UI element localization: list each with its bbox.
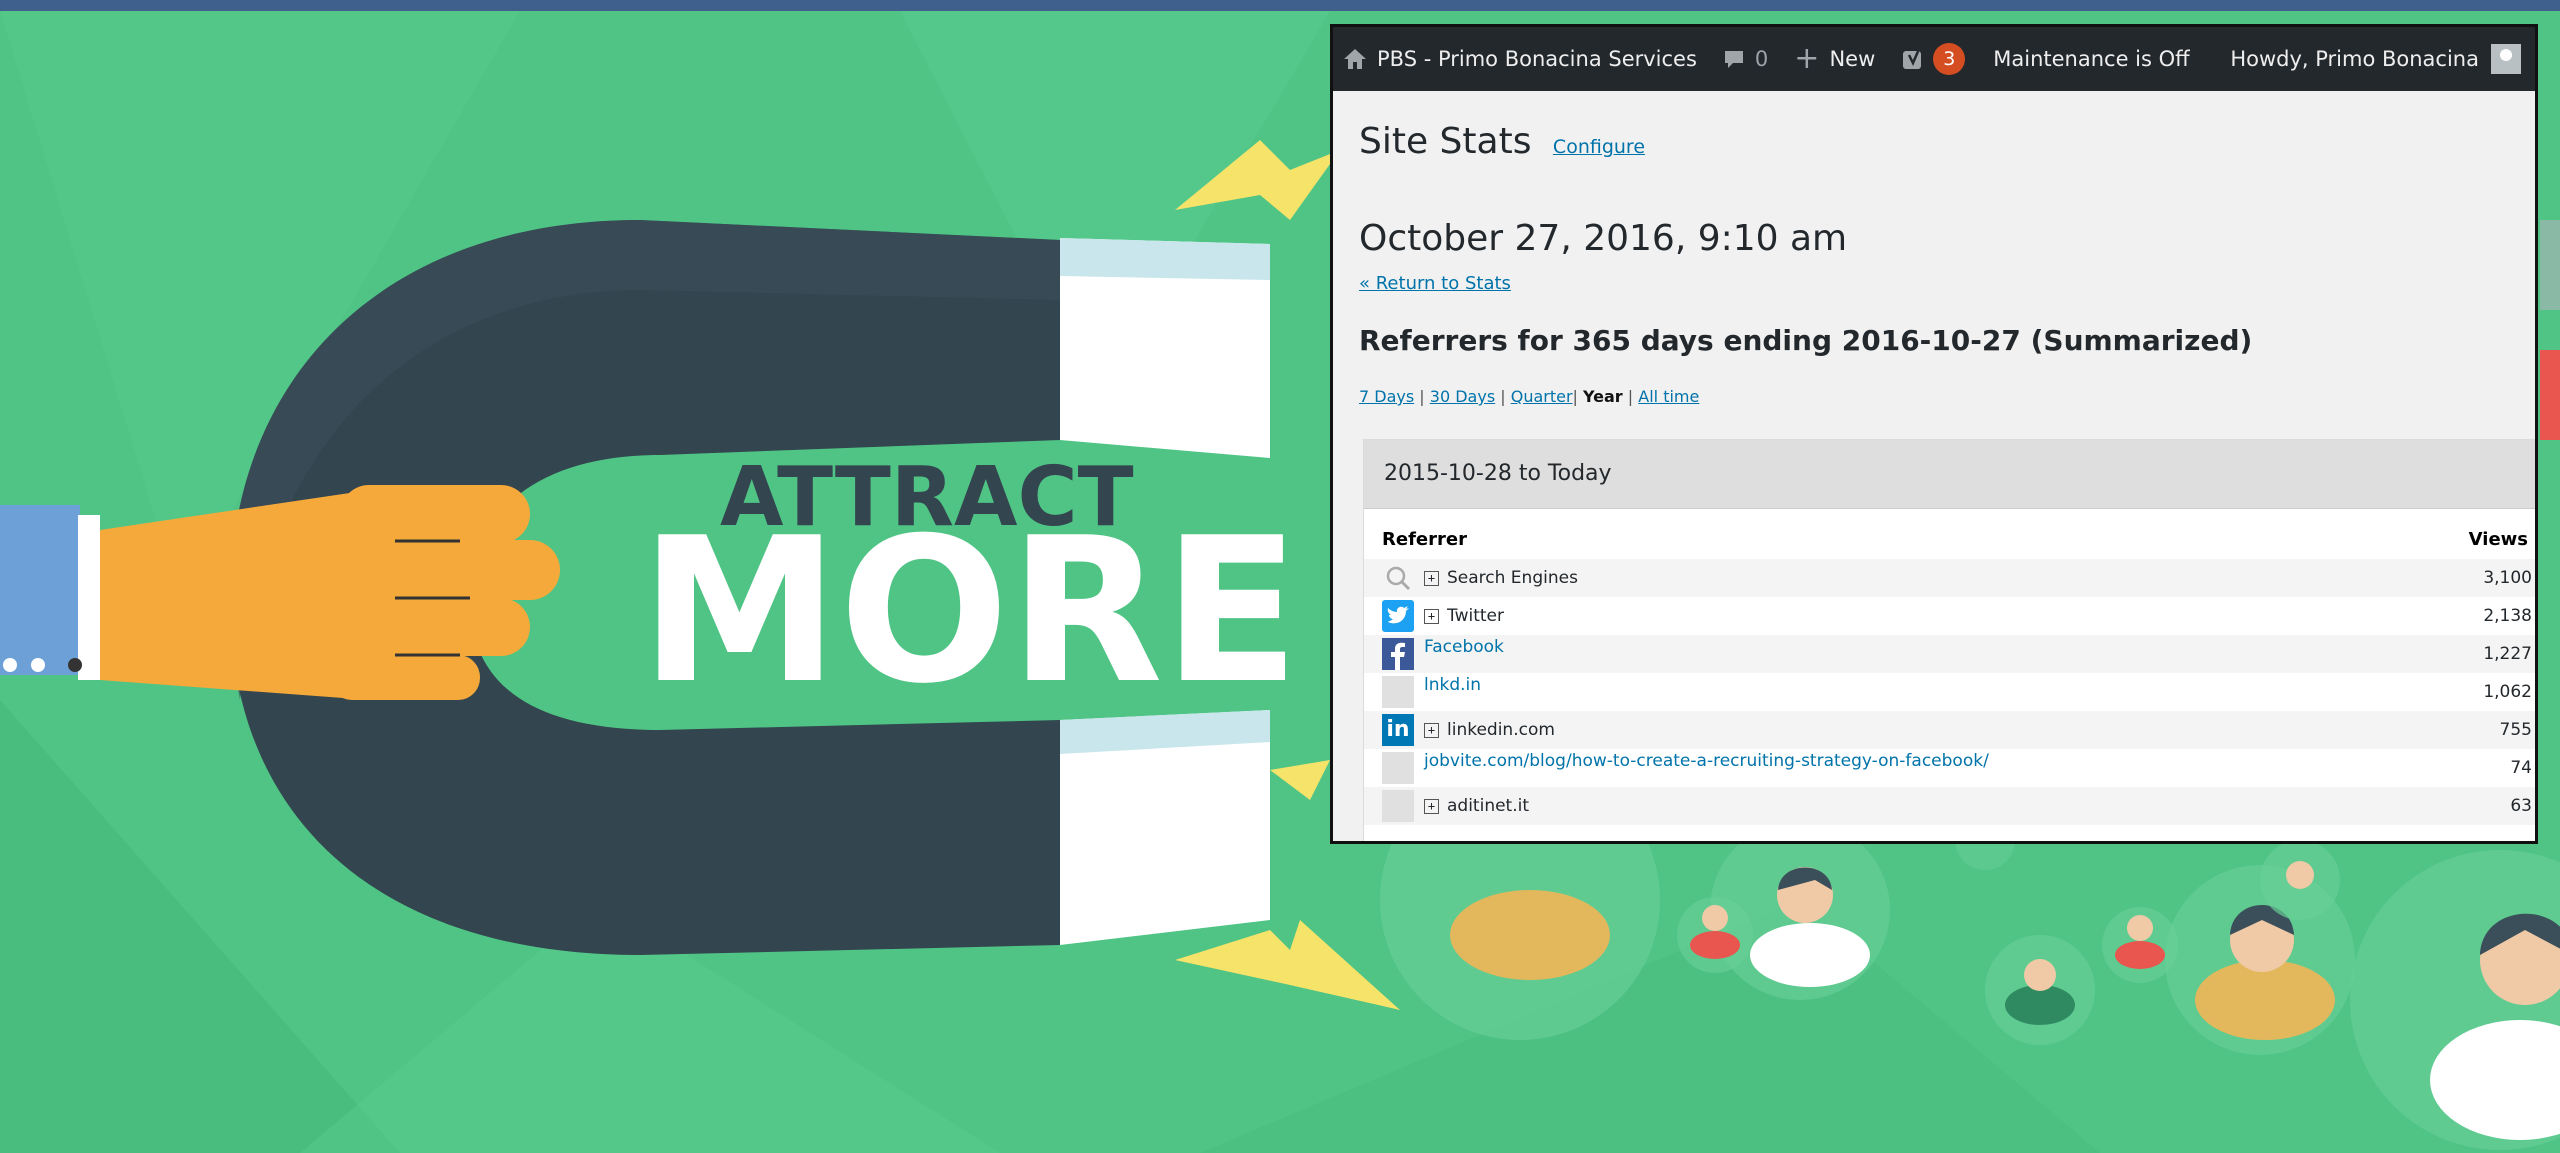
plus-icon: +	[1794, 41, 1820, 76]
admin-bar: PBS - Primo Bonacina Services 0 + New 3 …	[1333, 27, 2535, 91]
hand-icon	[0, 485, 560, 700]
twitter-icon	[1382, 600, 1414, 632]
separator: |	[1419, 387, 1425, 406]
referrer-label[interactable]: + linkedin.com	[1424, 720, 1555, 740]
referrer-name: Search Engines	[1447, 568, 1578, 588]
home-icon	[1344, 49, 1366, 69]
return-to-stats-link[interactable]: « Return to Stats	[1359, 273, 2535, 294]
period-selector: 7 Days | 30 Days | Quarter| Year | All t…	[1359, 387, 2535, 406]
admin-bar-site[interactable]: PBS - Primo Bonacina Services	[1343, 47, 1697, 71]
table-row: Facebook 1,227	[1364, 635, 2535, 673]
table-row: lnkd.in 1,062	[1364, 673, 2535, 711]
referrer-label[interactable]: + Search Engines	[1424, 568, 1578, 588]
admin-bar-yoast[interactable]: 3 Maintenance is Off	[1901, 43, 2190, 75]
avatar	[2491, 44, 2521, 74]
referrers-table: 2015-10-28 to Today Referrer Views + Sear…	[1363, 439, 2535, 841]
yoast-icon	[1903, 48, 1922, 69]
views-value: 2,138	[2483, 606, 2532, 626]
referrer-link[interactable]: Facebook	[1424, 637, 1504, 657]
referrer-link[interactable]: jobvite.com/blog/how-to-create-a-recruit…	[1424, 751, 1989, 771]
facebook-icon	[1382, 638, 1414, 670]
stats-content: Site Stats Configure October 27, 2016, 9…	[1333, 121, 2535, 406]
referrer-label[interactable]: + Twitter	[1424, 606, 1504, 626]
comment-bubble-icon	[1724, 51, 1743, 68]
search-icon	[1386, 566, 1411, 591]
blank-icon	[1382, 676, 1414, 708]
page-title: Site Stats Configure	[1359, 121, 2535, 162]
expand-icon[interactable]: +	[1424, 570, 1439, 586]
admin-bar-account[interactable]: Howdy, Primo Bonacina	[2230, 44, 2521, 74]
page-title-text: Site Stats	[1359, 121, 1532, 162]
col-referrer: Referrer	[1382, 529, 1467, 550]
period-7-days[interactable]: 7 Days	[1359, 387, 1414, 406]
expand-icon[interactable]: +	[1424, 608, 1439, 624]
expand-icon[interactable]: +	[1424, 722, 1439, 738]
admin-bar-comments[interactable]: 0	[1723, 47, 1768, 71]
blank-icon	[1382, 790, 1414, 822]
new-label: New	[1829, 47, 1876, 71]
referrer-name: aditinet.it	[1447, 796, 1530, 816]
stats-date: October 27, 2016, 9:10 am	[1359, 218, 1848, 259]
views-value: 3,100	[2483, 568, 2532, 588]
period-30-days[interactable]: 30 Days	[1430, 387, 1495, 406]
linkedin-icon: in	[1382, 714, 1414, 746]
howdy-text: Howdy, Primo Bonacina	[2230, 47, 2479, 71]
table-header: Referrer Views	[1364, 509, 2535, 559]
period-all-time[interactable]: All time	[1638, 387, 1699, 406]
table-row: + Twitter 2,138	[1364, 597, 2535, 635]
referrers-heading: Referrers for 365 days ending 2016-10-27…	[1359, 324, 2253, 357]
table-row: in + linkedin.com 755	[1364, 711, 2535, 749]
col-views: Views	[2468, 529, 2528, 550]
notification-badge: 3	[1933, 43, 1966, 75]
referrer-label[interactable]: + aditinet.it	[1424, 796, 1529, 816]
separator: |	[1627, 387, 1634, 406]
table-row: + Search Engines 3,100	[1364, 559, 2535, 597]
separator: |	[1572, 387, 1578, 406]
referrer-name: Twitter	[1447, 606, 1504, 626]
period-year: Year	[1583, 387, 1623, 406]
views-value: 63	[2510, 796, 2532, 816]
views-value: 1,227	[2483, 644, 2532, 664]
views-value: 755	[2499, 720, 2532, 740]
referrer-link[interactable]: lnkd.in	[1424, 675, 1481, 695]
blank-icon	[1382, 752, 1414, 784]
stats-screenshot: PBS - Primo Bonacina Services 0 + New 3 …	[1330, 24, 2538, 844]
expand-icon[interactable]: +	[1424, 798, 1439, 814]
table-row: jobvite.com/blog/how-to-create-a-recruit…	[1364, 749, 2535, 787]
table-row: + aditinet.it 63	[1364, 787, 2535, 825]
views-value: 1,062	[2483, 682, 2532, 702]
maintenance-status: Maintenance is Off	[1993, 47, 2190, 71]
referrer-name: linkedin.com	[1447, 720, 1555, 740]
separator: |	[1500, 387, 1506, 406]
period-quarter[interactable]: Quarter	[1511, 387, 1573, 406]
configure-link[interactable]: Configure	[1553, 136, 1645, 158]
banner-line2: MORE	[640, 495, 1300, 728]
site-name: PBS - Primo Bonacina Services	[1377, 47, 1697, 71]
comments-count: 0	[1754, 47, 1769, 71]
views-value: 74	[2510, 758, 2532, 778]
date-range-header: 2015-10-28 to Today	[1364, 440, 2535, 509]
admin-bar-new[interactable]: + New	[1794, 41, 1876, 76]
